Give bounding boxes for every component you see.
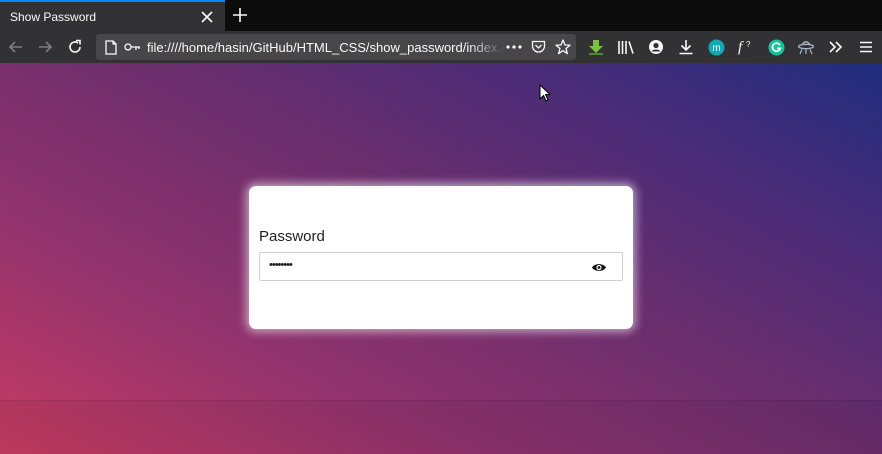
close-icon[interactable]	[200, 10, 214, 24]
password-input[interactable]: ••••••••	[259, 252, 623, 281]
password-label: Password	[259, 228, 325, 245]
account-icon[interactable]	[646, 37, 666, 57]
mouse-cursor-icon	[539, 84, 551, 102]
url-bar[interactable]: file:////home/hasin/GitHub/HTML_CSS/show…	[96, 34, 576, 60]
chevron-overflow-icon[interactable]	[826, 37, 846, 57]
back-arrow-icon[interactable]	[6, 37, 26, 57]
tab-strip: Show Password	[0, 0, 882, 31]
pocket-icon[interactable]	[530, 39, 546, 55]
tab-show-password[interactable]: Show Password	[0, 0, 225, 31]
page-footer-band	[0, 400, 882, 454]
plus-icon[interactable]	[231, 6, 249, 24]
url-fade	[468, 36, 504, 58]
m-extension-icon[interactable]: m	[706, 37, 726, 57]
page-viewport: Password ••••••••	[0, 63, 882, 454]
hamburger-menu-icon[interactable]	[856, 37, 876, 57]
password-card: Password ••••••••	[249, 186, 633, 329]
more-dots-icon[interactable]	[505, 39, 523, 55]
grammarly-icon[interactable]	[766, 37, 786, 57]
svg-text:m: m	[712, 42, 720, 53]
password-masked-value: ••••••••	[269, 259, 293, 271]
key-icon[interactable]	[123, 39, 141, 55]
formula-icon[interactable]: f?	[736, 37, 756, 57]
forward-arrow-icon[interactable]	[35, 37, 55, 57]
download-icon[interactable]	[676, 37, 696, 57]
svg-text:?: ?	[746, 40, 751, 49]
green-download-icon[interactable]	[586, 37, 606, 57]
eye-icon[interactable]	[591, 260, 607, 274]
reload-icon[interactable]	[65, 37, 85, 57]
navigation-toolbar: file:////home/hasin/GitHub/HTML_CSS/show…	[0, 31, 882, 63]
star-icon[interactable]	[555, 39, 571, 55]
library-icon[interactable]	[616, 37, 636, 57]
ufo-icon[interactable]	[796, 37, 816, 57]
svg-text:f: f	[738, 40, 744, 56]
tab-title: Show Password	[10, 10, 97, 24]
page-icon[interactable]	[104, 39, 118, 55]
url-text[interactable]: file:////home/hasin/GitHub/HTML_CSS/show…	[147, 40, 503, 55]
